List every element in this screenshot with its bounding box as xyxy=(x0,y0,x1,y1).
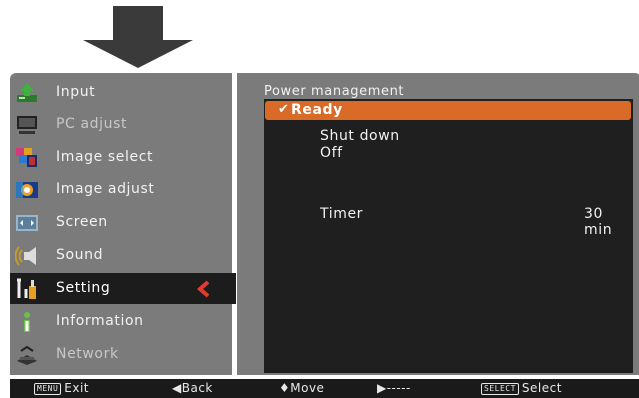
menu-item-label: Sound xyxy=(56,247,104,263)
option-ready-label: Ready xyxy=(291,102,343,118)
menu-item-label: Input xyxy=(56,84,96,100)
option-ready-selected[interactable]: ✔ Ready xyxy=(265,101,631,120)
information-icon xyxy=(24,312,30,332)
menu-item-label: PC adjust xyxy=(56,116,128,132)
help-back: ◀Back xyxy=(172,381,213,395)
help-next: ▶----- xyxy=(377,381,411,395)
menu-item-label: Image select xyxy=(56,149,154,165)
image-select-icon xyxy=(16,148,37,167)
menu-item-input[interactable]: Input xyxy=(10,77,232,109)
menu-item-setting[interactable]: Setting xyxy=(10,273,236,304)
help-bar: MENU Exit ◀Back ♦Move ▶----- SELECT Select xyxy=(10,379,639,398)
setting-icon xyxy=(17,278,36,299)
menu-item-label: Network xyxy=(56,346,119,362)
checkmark-icon: ✔ xyxy=(278,102,289,117)
menu-item-screen[interactable]: Screen xyxy=(10,207,232,239)
menu-item-label: Information xyxy=(56,313,144,329)
sound-icon xyxy=(15,246,36,266)
select-key-icon: SELECT xyxy=(481,383,519,395)
chevron-left-icon xyxy=(196,280,210,298)
help-exit: MENU Exit xyxy=(34,381,89,395)
menu-item-label: Screen xyxy=(56,214,108,230)
network-icon xyxy=(17,345,37,365)
option-shut-down[interactable]: Shut down xyxy=(320,128,400,144)
power-management-panel: Power management Shut down Off Timer 30 … xyxy=(237,73,639,375)
screen-icon xyxy=(16,215,38,231)
timer-value: 30 min xyxy=(584,206,613,238)
input-icon xyxy=(17,83,37,102)
menu-item-information[interactable]: Information xyxy=(10,306,232,338)
menu-item-network[interactable]: Network xyxy=(10,339,232,371)
help-move: ♦Move xyxy=(279,381,325,395)
timer-label[interactable]: Timer xyxy=(320,206,363,222)
menu-item-pc-adjust[interactable]: PC adjust xyxy=(10,109,232,141)
menu-key-icon: MENU xyxy=(34,383,62,395)
option-off[interactable]: Off xyxy=(320,145,343,161)
section-title: Power management xyxy=(264,84,405,99)
menu-item-label: Image adjust xyxy=(56,181,155,197)
pc-adjust-icon xyxy=(17,116,37,134)
menu-item-image-adjust[interactable]: Image adjust xyxy=(10,174,232,206)
down-arrow-icon xyxy=(83,6,193,68)
main-menu: Input PC adjust Image select Image adjus… xyxy=(10,73,236,375)
menu-item-label: Setting xyxy=(56,280,111,296)
help-select: SELECT Select xyxy=(481,381,562,395)
options-area: Shut down Off Timer 30 min xyxy=(264,99,633,373)
image-adjust-icon xyxy=(16,182,38,198)
menu-item-image-select[interactable]: Image select xyxy=(10,142,232,174)
menu-item-sound[interactable]: Sound xyxy=(10,240,232,272)
